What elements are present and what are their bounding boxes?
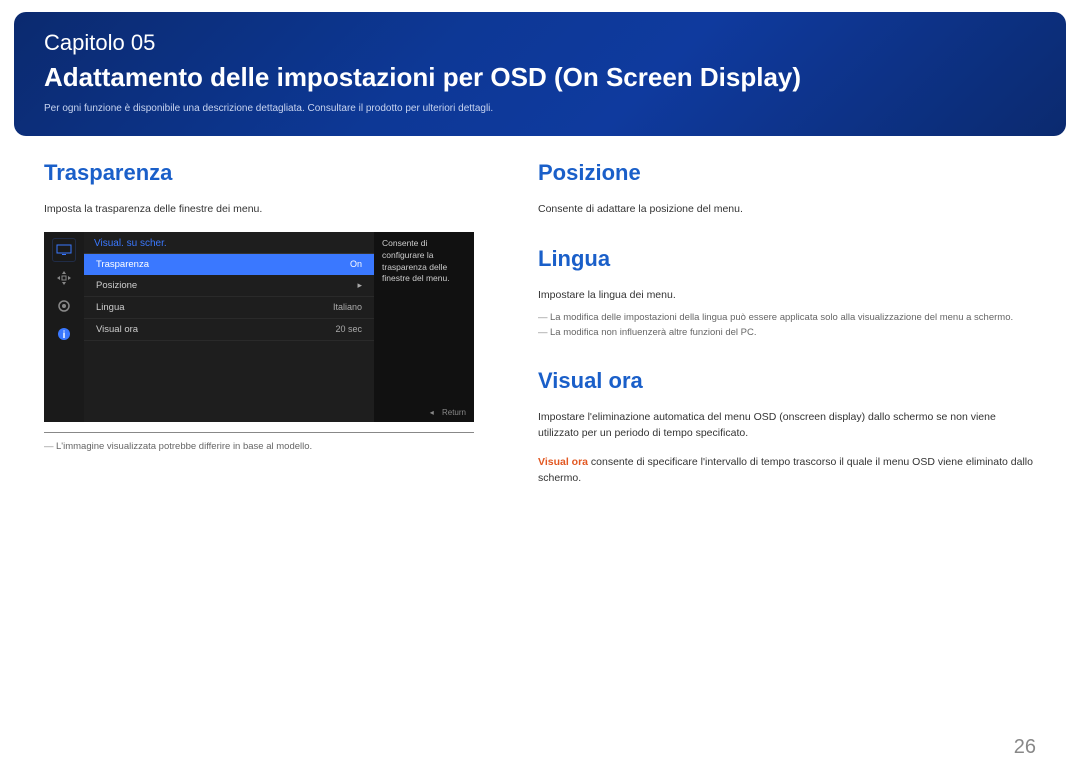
osd-help-text: Consente di configurare la trasparenza d… bbox=[382, 238, 466, 286]
osd-row-posizione: Posizione ▸ bbox=[84, 275, 374, 297]
osd-row-lingua: Lingua Italiano bbox=[84, 297, 374, 319]
osd-row-visualora: Visual ora 20 sec bbox=[84, 319, 374, 341]
osd-return-hint: ◂ Return bbox=[430, 407, 466, 418]
osd-help-panel: Consente di configurare la trasparenza d… bbox=[374, 232, 474, 422]
content-area: Trasparenza Imposta la trasparenza delle… bbox=[0, 136, 1080, 501]
posizione-heading: Posizione bbox=[538, 160, 1036, 186]
visualora-desc2: Visual ora consente di specificare l'int… bbox=[538, 455, 1036, 487]
osd-row-label: Visual ora bbox=[96, 324, 138, 335]
page-subtitle: Per ogni funzione è disponibile una desc… bbox=[44, 103, 1036, 114]
posizione-desc: Consente di adattare la posizione del me… bbox=[538, 202, 1036, 218]
chapter-header: Capitolo 05 Adattamento delle impostazio… bbox=[14, 12, 1066, 136]
osd-screenshot: i Visual. su scher. Trasparenza On Posiz… bbox=[44, 232, 474, 422]
osd-row-value: On bbox=[350, 259, 362, 269]
visualora-highlight: Visual ora bbox=[538, 456, 588, 468]
image-disclaimer-note: L'immagine visualizzata potrebbe differi… bbox=[44, 439, 474, 454]
trasparenza-heading: Trasparenza bbox=[44, 160, 474, 186]
visualora-heading: Visual ora bbox=[538, 368, 1036, 394]
osd-row-label: Posizione bbox=[96, 280, 137, 291]
osd-row-label: Lingua bbox=[96, 302, 125, 313]
osd-return-label: Return bbox=[442, 408, 466, 417]
svg-text:i: i bbox=[63, 330, 66, 341]
osd-row-label: Trasparenza bbox=[96, 259, 149, 270]
page-number: 26 bbox=[1014, 736, 1036, 759]
divider bbox=[44, 432, 474, 433]
left-column: Trasparenza Imposta la trasparenza delle… bbox=[44, 160, 474, 501]
visualora-desc2-rest: consente di specificare l'intervallo di … bbox=[538, 456, 1033, 484]
osd-row-value: Italiano bbox=[333, 302, 362, 312]
page-title: Adattamento delle impostazioni per OSD (… bbox=[44, 62, 1036, 93]
visualora-desc1: Impostare l'eliminazione automatica del … bbox=[538, 410, 1036, 442]
osd-category-label: Visual. su scher. bbox=[84, 232, 374, 254]
move-icon bbox=[52, 266, 76, 290]
lingua-note2: La modifica non influenzerà altre funzio… bbox=[538, 325, 1036, 340]
trasparenza-desc: Imposta la trasparenza delle finestre de… bbox=[44, 202, 474, 218]
info-icon: i bbox=[52, 322, 76, 346]
monitor-icon bbox=[52, 238, 76, 262]
lingua-desc: Impostare la lingua dei menu. bbox=[538, 288, 1036, 304]
triangle-left-icon: ◂ bbox=[430, 408, 434, 417]
right-column: Posizione Consente di adattare la posizi… bbox=[538, 160, 1036, 501]
gear-icon bbox=[52, 294, 76, 318]
osd-sidebar: i bbox=[44, 232, 84, 422]
chapter-label: Capitolo 05 bbox=[44, 30, 1036, 56]
osd-row-value: ▸ bbox=[357, 280, 362, 291]
osd-main-panel: Visual. su scher. Trasparenza On Posizio… bbox=[84, 232, 374, 422]
osd-row-value: 20 sec bbox=[335, 324, 362, 334]
osd-row-trasparenza: Trasparenza On bbox=[84, 254, 374, 275]
lingua-heading: Lingua bbox=[538, 246, 1036, 272]
lingua-note1: La modifica delle impostazioni della lin… bbox=[538, 310, 1036, 325]
